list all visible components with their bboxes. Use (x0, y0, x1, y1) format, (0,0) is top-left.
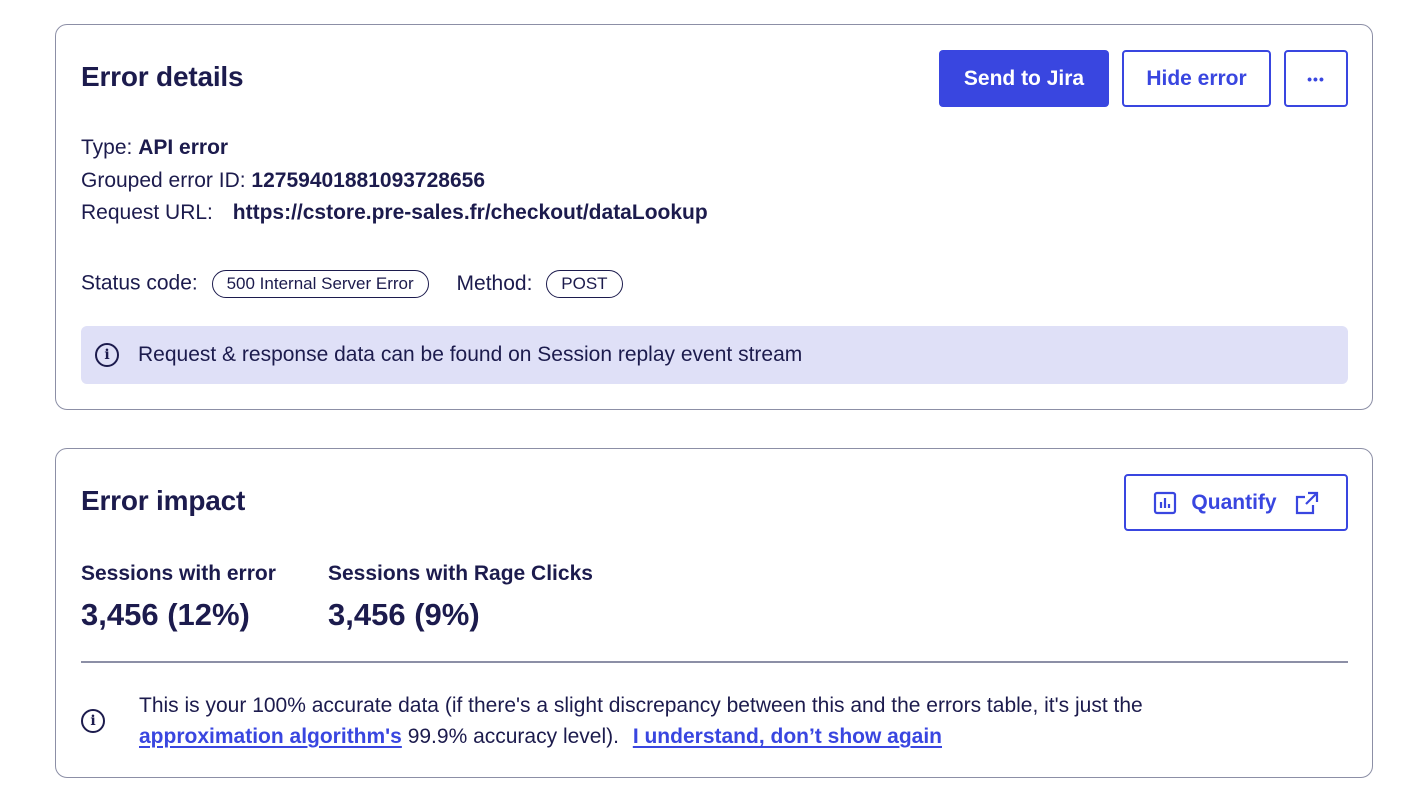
note-text-1: This is your 100% accurate data (if ther… (139, 694, 1143, 717)
info-banner-text: Request & response data can be found on … (138, 343, 803, 366)
grouped-id-label: Grouped error ID: (81, 169, 246, 192)
request-url-value[interactable]: https://cstore.pre-sales.fr/checkout/dat… (233, 201, 708, 224)
dismiss-link[interactable]: I understand, don’t show again (633, 725, 942, 748)
info-banner: i Request & response data can be found o… (81, 326, 1348, 384)
grouped-id-row: Grouped error ID: 1275940188109372865​6 (81, 169, 485, 193)
info-icon: i (81, 709, 105, 733)
note-text-2: 99.9% accuracy level). (401, 725, 619, 748)
error-details-title: Error details (81, 61, 244, 92)
type-row: Type: API error (81, 136, 228, 160)
external-link-icon (1295, 491, 1319, 515)
sessions-error-value: 3,456 (12%) (81, 597, 250, 632)
sessions-rage-value: 3,456 (9%) (328, 597, 480, 632)
send-to-jira-button[interactable]: Send to Jira (939, 50, 1109, 107)
sessions-error-label: Sessions with error (81, 562, 276, 585)
sessions-rage-label: Sessions with Rage Clicks (328, 562, 593, 585)
more-icon: ••• (1307, 70, 1325, 87)
status-code-badge: 500 Internal Server Error (211, 270, 429, 298)
error-details-card: Error details Send to Jira Hide error ••… (55, 24, 1373, 410)
chart-icon (1153, 491, 1177, 515)
more-options-button[interactable]: ••• (1284, 50, 1348, 107)
type-label: Type: (81, 136, 133, 159)
quantify-button[interactable]: Quantify (1124, 474, 1348, 531)
quantify-label: Quantify (1191, 490, 1277, 514)
type-value: API error (138, 136, 229, 159)
info-icon: i (95, 343, 119, 367)
status-method-row: Status code: 500 Internal Server Error M… (81, 270, 623, 298)
grouped-id-value: 1275940188109372865​6 (251, 169, 486, 192)
status-code-label: Status code: (81, 271, 198, 295)
request-url-row: Request URL: https://cstore.pre-sales.fr… (81, 201, 708, 225)
accuracy-note: This is your 100% accurate data (if ther… (139, 690, 1339, 752)
request-url-label: Request URL: (81, 201, 213, 224)
approximation-algorithm-link[interactable]: approximation algorithm's (139, 725, 402, 748)
error-impact-card: Error impact Quantify Sessions with erro… (55, 448, 1373, 778)
error-impact-title: Error impact (81, 485, 246, 516)
hide-error-button[interactable]: Hide error (1122, 50, 1271, 107)
divider (81, 661, 1348, 663)
method-badge: POST (546, 270, 623, 298)
method-label: Method: (456, 271, 533, 295)
